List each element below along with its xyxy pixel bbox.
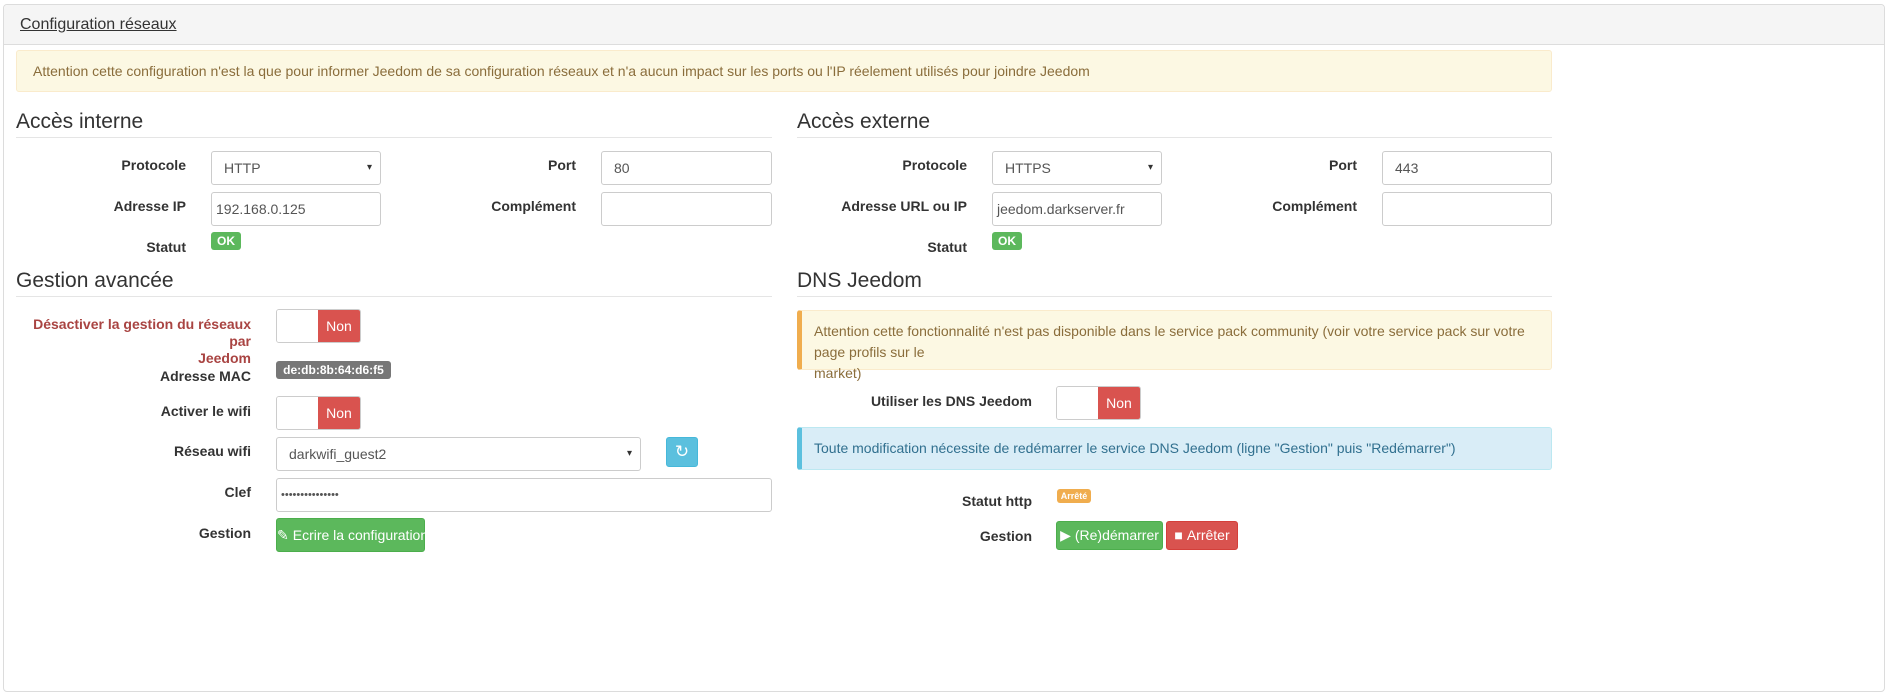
- internal-ip-input[interactable]: 192.168.0.125: [211, 192, 381, 226]
- internal-protocol-label: Protocole: [121, 157, 186, 173]
- internal-status-label: Statut: [146, 239, 186, 255]
- disable-network-toggle[interactable]: Non: [276, 309, 361, 343]
- disable-network-label: Désactiver la gestion du réseaux par Jee…: [33, 316, 251, 366]
- use-dns-label: Utiliser les DNS Jeedom: [870, 393, 1032, 409]
- config-notice: Attention cette configuration n'est la q…: [16, 50, 1552, 92]
- internal-status-badge: OK: [211, 232, 241, 250]
- advanced-title: Gestion avancée: [16, 269, 772, 297]
- external-port-label: Port: [1329, 157, 1357, 173]
- write-config-button[interactable]: ✎ Ecrire la configuration: [276, 518, 428, 552]
- pencil-icon: ✎: [277, 527, 289, 543]
- wifi-key-label: Clef: [224, 484, 251, 500]
- stop-dns-button[interactable]: ■ Arrêter: [1166, 521, 1238, 550]
- chevron-down-icon: ▾: [626, 448, 632, 459]
- dns-warning: Attention cette fonctionnalité n'est pas…: [797, 310, 1552, 381]
- http-status-badge: Arrêté: [1057, 489, 1091, 503]
- refresh-icon: ↻: [674, 442, 690, 461]
- mac-label: Adresse MAC: [159, 368, 251, 384]
- external-status-label: Statut: [927, 239, 967, 255]
- http-status-label: Statut http: [962, 493, 1032, 509]
- external-url-label: Adresse URL ou IP: [841, 198, 967, 214]
- wifi-network-select[interactable]: darkwifi_guest2 ▾: [276, 437, 641, 471]
- toggle-knob: [1057, 387, 1099, 419]
- play-icon: ▶: [1060, 527, 1071, 543]
- external-url-input[interactable]: jeedom.darkserver.fr: [992, 192, 1162, 226]
- external-status-badge: OK: [992, 232, 1022, 250]
- wifi-toggle[interactable]: Non: [276, 396, 361, 430]
- toggle-knob: [277, 397, 319, 429]
- wifi-label: Activer le wifi: [160, 403, 251, 419]
- stop-icon: ■: [1174, 527, 1183, 543]
- internal-port-label: Port: [548, 157, 576, 173]
- external-complement-input[interactable]: [1382, 192, 1552, 226]
- external-protocol-select[interactable]: HTTPS ▾: [992, 151, 1162, 185]
- wifi-network-label: Réseau wifi: [173, 443, 251, 459]
- internal-complement-input[interactable]: [601, 192, 772, 226]
- external-protocol-label: Protocole: [902, 157, 967, 173]
- internal-complement-label: Complément: [491, 198, 576, 214]
- internal-protocol-select[interactable]: HTTP ▾: [211, 151, 381, 185]
- mac-badge: de:db:8b:64:d6:f5: [276, 361, 391, 379]
- internal-access-title: Accès interne: [16, 110, 772, 138]
- dns-info: Toute modification nécessite de redémarr…: [797, 427, 1552, 470]
- use-dns-toggle[interactable]: Non: [1056, 386, 1141, 420]
- chevron-down-icon: ▾: [366, 162, 372, 173]
- external-complement-label: Complément: [1272, 198, 1357, 214]
- dns-title: DNS Jeedom: [797, 269, 1552, 297]
- external-access-title: Accès externe: [797, 110, 1552, 138]
- external-port-input[interactable]: 443: [1382, 151, 1552, 185]
- chevron-down-icon: ▾: [1147, 162, 1153, 173]
- toggle-knob: [277, 310, 319, 342]
- internal-ip-label: Adresse IP: [113, 198, 186, 214]
- wifi-key-input[interactable]: •••••••••••••••: [276, 478, 772, 512]
- toggle-state: Non: [1098, 387, 1140, 419]
- restart-dns-button[interactable]: ▶ (Re)démarrer: [1056, 521, 1163, 550]
- advanced-manage-label: Gestion: [198, 525, 251, 541]
- toggle-state: Non: [318, 397, 360, 429]
- internal-port-input[interactable]: 80: [601, 151, 772, 185]
- dns-manage-label: Gestion: [979, 528, 1032, 544]
- refresh-wifi-button[interactable]: ↻: [666, 437, 698, 467]
- panel-heading: Configuration réseaux: [4, 5, 1884, 45]
- config-notice-text: Attention cette configuration n'est la q…: [33, 63, 1090, 79]
- toggle-state: Non: [318, 310, 360, 342]
- panel-title-link[interactable]: Configuration réseaux: [20, 16, 177, 34]
